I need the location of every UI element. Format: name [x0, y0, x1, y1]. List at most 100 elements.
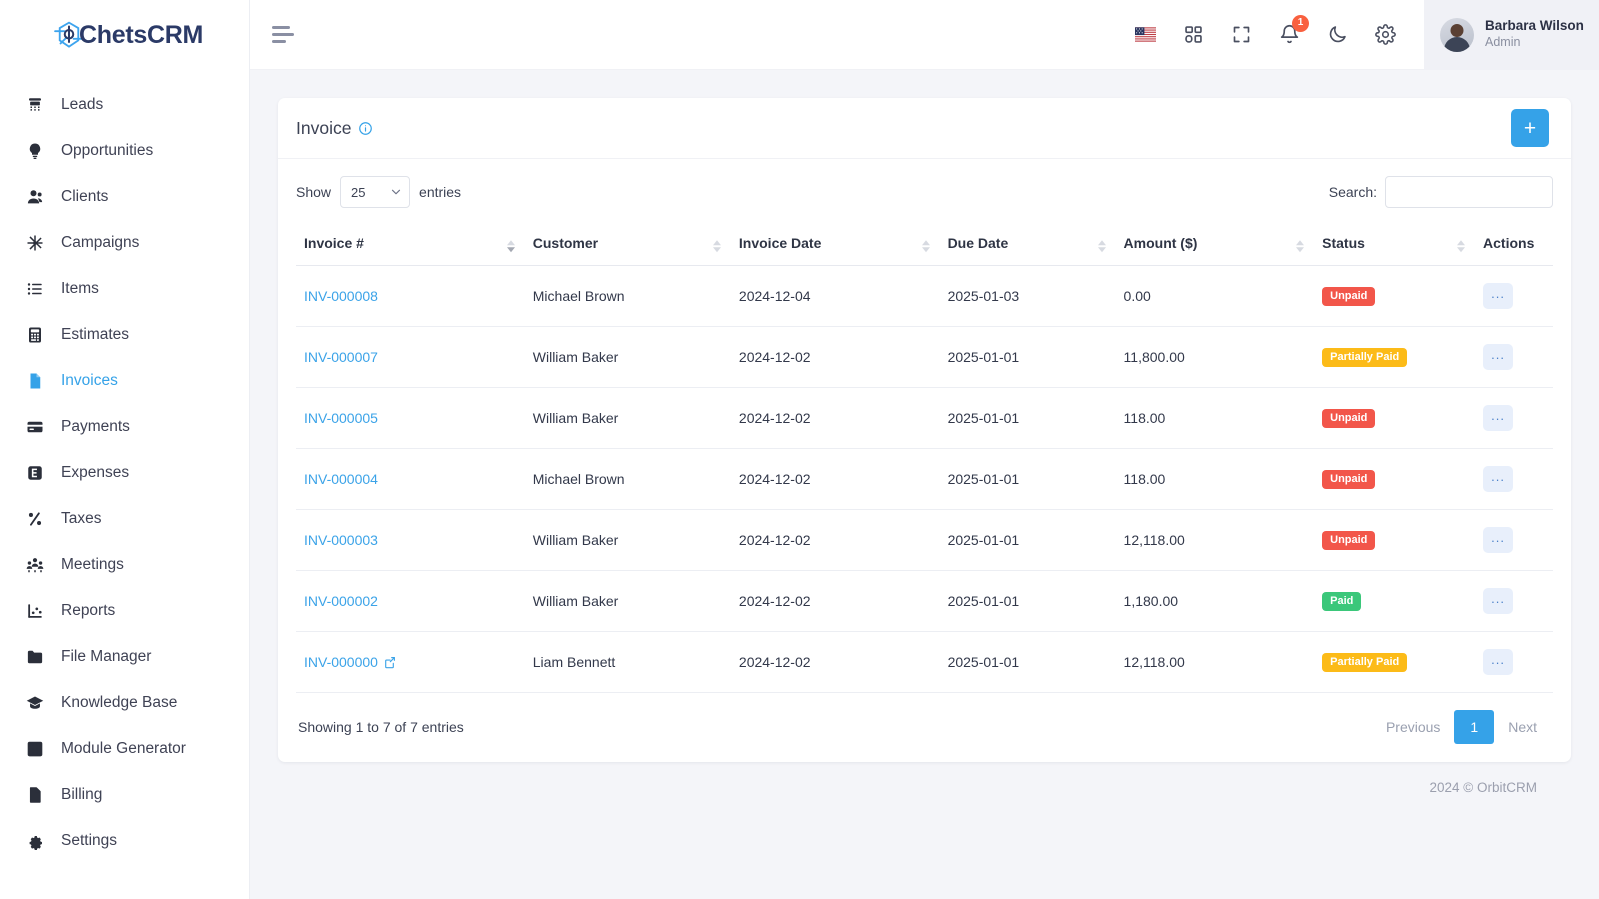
- cell-customer: William Baker: [524, 509, 731, 571]
- cell-due-date: 2025-01-01: [939, 631, 1116, 693]
- search-label: Search:: [1328, 184, 1377, 200]
- sidebar-item-reports[interactable]: Reports: [0, 588, 249, 634]
- sidebar-item-label: Settings: [61, 832, 118, 849]
- row-actions-button[interactable]: ...: [1483, 405, 1514, 431]
- cell-actions: ...: [1475, 631, 1553, 693]
- pagination-page-1[interactable]: 1: [1454, 710, 1495, 744]
- sidebar-nav: Leads Opportunities Clients Campaigns Items E…: [0, 70, 249, 899]
- brand-logo[interactable]: ChetsCRM: [0, 0, 249, 70]
- apps-grid-icon[interactable]: [1180, 22, 1206, 48]
- sidebar-item-leads[interactable]: Leads: [0, 82, 249, 128]
- sidebar-item-label: Opportunities: [61, 142, 154, 159]
- sidebar-item-module-generator[interactable]: Module Generator: [0, 726, 249, 772]
- cell-invoice-date: 2024-12-02: [730, 387, 940, 449]
- external-link-icon[interactable]: [383, 656, 396, 669]
- sidebar-item-estimates[interactable]: Estimates: [0, 312, 249, 358]
- sidebar-item-knowledge-base[interactable]: Knowledge Base: [0, 680, 249, 726]
- pagination-previous[interactable]: Previous: [1372, 711, 1454, 743]
- column-header-invoice[interactable]: Invoice #: [296, 225, 525, 266]
- column-header-due-date[interactable]: Due Date: [939, 225, 1116, 266]
- add-invoice-button[interactable]: +: [1511, 109, 1549, 147]
- sidebar-item-settings[interactable]: Settings: [0, 818, 249, 864]
- notification-badge: 1: [1292, 14, 1309, 32]
- cell-due-date: 2025-01-01: [939, 387, 1116, 449]
- sidebar-item-payments[interactable]: Payments: [0, 404, 249, 450]
- cell-invoice-number: INV-000005: [296, 387, 525, 449]
- column-header-amount[interactable]: Amount ($): [1115, 225, 1315, 266]
- language-flag-us-icon[interactable]: [1132, 22, 1158, 48]
- table-toolbar: Show 102550100 entries Search:: [296, 175, 1553, 209]
- sidebar-item-label: Campaigns: [61, 234, 140, 251]
- column-header-status[interactable]: Status: [1314, 225, 1476, 266]
- sidebar-item-file-manager[interactable]: File Manager: [0, 634, 249, 680]
- row-actions-button[interactable]: ...: [1483, 527, 1514, 553]
- sidebar-item-expenses[interactable]: Expenses: [0, 450, 249, 496]
- status-badge: Partially Paid: [1322, 348, 1408, 367]
- sidebar-item-invoices[interactable]: Invoices: [0, 358, 249, 404]
- dark-mode-moon-icon[interactable]: [1324, 22, 1350, 48]
- search-input[interactable]: [1385, 176, 1553, 208]
- snowflake-icon: [25, 233, 45, 253]
- avatar-head: [1450, 23, 1464, 37]
- cell-status: Partially Paid: [1314, 326, 1476, 388]
- percent-icon: [25, 509, 45, 529]
- invoice-link[interactable]: INV-000008: [304, 288, 378, 304]
- status-badge: Unpaid: [1322, 287, 1376, 306]
- sort-arrows-icon: [1457, 240, 1466, 253]
- brand-name: ChetsCRM: [79, 20, 203, 49]
- document-icon: [25, 785, 45, 805]
- column-header-invoice-date[interactable]: Invoice Date: [730, 225, 940, 266]
- show-label: Show: [296, 184, 332, 200]
- row-actions-button[interactable]: ...: [1483, 466, 1514, 492]
- sort-arrows-icon: [1097, 240, 1106, 253]
- column-header-label: Amount ($): [1123, 235, 1198, 251]
- sidebar-item-opportunities[interactable]: Opportunities: [0, 128, 249, 174]
- settings-gear-icon[interactable]: [1372, 22, 1398, 48]
- row-actions-button[interactable]: ...: [1483, 588, 1514, 614]
- sidebar-item-taxes[interactable]: Taxes: [0, 496, 249, 542]
- column-header-label: Actions: [1483, 235, 1535, 251]
- phone-icon: [25, 95, 45, 115]
- invoice-link[interactable]: INV-000004: [304, 471, 378, 487]
- showing-entries-text: Showing 1 to 7 of 7 entries: [298, 719, 464, 735]
- sidebar-item-billing[interactable]: Billing: [0, 772, 249, 818]
- table-header-row: Invoice # Customer Invoice Date Due Date Amo…: [296, 225, 1553, 266]
- table-row: INV-000005 William Baker 2024-12-02 2025-01…: [296, 387, 1553, 449]
- sidebar-item-meetings[interactable]: Meetings: [0, 542, 249, 588]
- sort-arrows-icon: [1296, 240, 1305, 253]
- row-actions-button[interactable]: ...: [1483, 283, 1514, 309]
- cell-amount: 118.00: [1115, 448, 1315, 510]
- notification-bell-icon[interactable]: 1: [1276, 14, 1309, 48]
- row-actions-button[interactable]: ...: [1483, 649, 1514, 675]
- hamburger-line: [272, 40, 286, 43]
- cell-amount: 118.00: [1115, 387, 1315, 449]
- column-header-label: Status: [1322, 235, 1365, 251]
- invoice-link[interactable]: INV-000003: [304, 532, 378, 548]
- sidebar-item-campaigns[interactable]: Campaigns: [0, 220, 249, 266]
- column-header-label: Customer: [532, 235, 599, 251]
- invoice-link[interactable]: INV-000005: [304, 410, 378, 426]
- cell-amount: 0.00: [1115, 265, 1315, 327]
- cell-actions: ...: [1475, 509, 1553, 571]
- pagination-next[interactable]: Next: [1494, 711, 1551, 743]
- sidebar-item-label: Clients: [61, 188, 109, 205]
- user-profile-menu[interactable]: Barbara Wilson Admin: [1424, 0, 1599, 70]
- sidebar-item-label: Items: [61, 280, 99, 297]
- table-footer: Showing 1 to 7 of 7 entries Previous 1 N…: [296, 693, 1553, 750]
- sidebar-item-clients[interactable]: Clients: [0, 174, 249, 220]
- invoice-link[interactable]: INV-000002: [304, 593, 378, 609]
- avatar-body: [1444, 36, 1470, 52]
- table-row: INV-000000 Liam Bennett 2024-12-02 2025-01-…: [296, 631, 1553, 693]
- column-header-customer[interactable]: Customer: [524, 225, 731, 266]
- hamburger-icon[interactable]: [272, 22, 298, 48]
- users-icon: [25, 187, 45, 207]
- invoice-link[interactable]: INV-000000: [304, 654, 378, 670]
- fullscreen-icon[interactable]: [1228, 22, 1254, 48]
- table-body: INV-000008 Michael Brown 2024-12-04 2025-01…: [296, 265, 1553, 693]
- cell-amount: 12,118.00: [1115, 509, 1315, 571]
- invoice-link[interactable]: INV-000007: [304, 349, 378, 365]
- sidebar-item-items[interactable]: Items: [0, 266, 249, 312]
- entries-select[interactable]: 102550100: [340, 176, 411, 208]
- info-circle-icon[interactable]: [358, 121, 373, 136]
- row-actions-button[interactable]: ...: [1483, 344, 1514, 370]
